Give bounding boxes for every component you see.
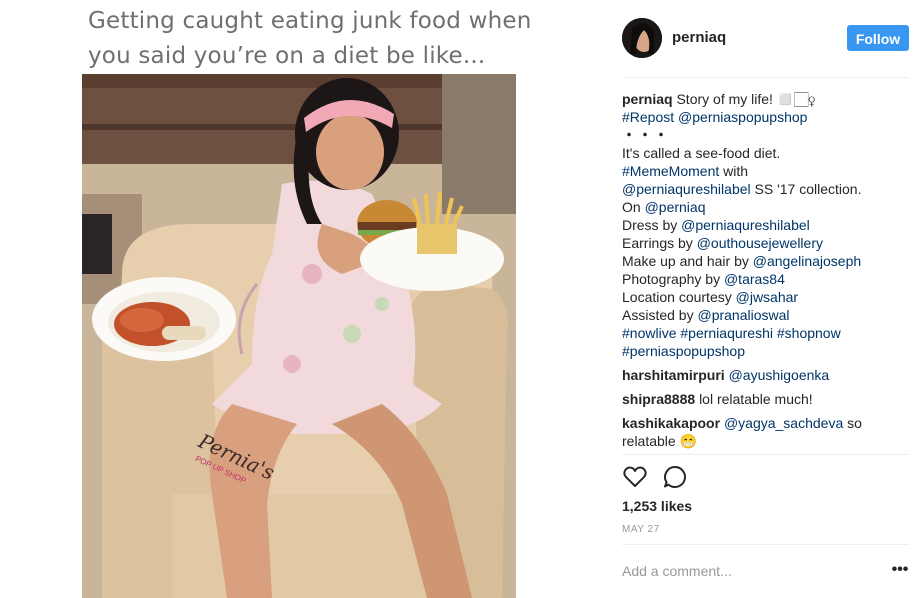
comment-text[interactable]: @ayushigoenka	[729, 367, 830, 383]
caption-username[interactable]: perniaq	[622, 91, 673, 107]
caption-text-segment: It's called a see-food diet.	[622, 145, 781, 161]
comment-text[interactable]: @yagya_sachdeva	[724, 415, 843, 431]
actions-divider	[622, 454, 909, 455]
caption-line: Photography by @taras84	[622, 270, 909, 288]
action-bar	[622, 464, 909, 490]
follow-button[interactable]: Follow	[847, 25, 909, 51]
comment-text-rest: so	[843, 415, 862, 431]
comment-text: lol relatable much!	[699, 391, 813, 407]
caption-text: Story of my life! ◻️🏻‍♀	[676, 91, 816, 107]
caption-link[interactable]: @pranalioswal	[697, 307, 789, 323]
caption-link[interactable]: #perniaspopupshop	[622, 343, 745, 359]
comment-item: shipra8888 lol relatable much!	[622, 390, 909, 408]
caption-line: Earrings by @outhousejewellery	[622, 234, 909, 252]
caption-link[interactable]: #nowlive #perniaqureshi #shopnow	[622, 325, 841, 341]
caption-link[interactable]: @outhousejewellery	[697, 235, 823, 251]
post-header: perniaq Follow	[622, 18, 910, 58]
more-options-icon[interactable]: •••	[890, 560, 910, 580]
caption-link[interactable]: @jwsahar	[736, 289, 798, 305]
post-media[interactable]: Getting caught eating junk food when you…	[0, 0, 600, 598]
caption-text-segment: Dress by	[622, 217, 682, 233]
caption-text-segment: Make up and hair by	[622, 253, 753, 269]
caption-link[interactable]: @perniaq	[645, 199, 706, 215]
caption-line: On @perniaq	[622, 198, 909, 216]
caption-dots: ・・・	[622, 127, 670, 143]
caption-first-line: perniaq Story of my life! ◻️🏻‍♀	[622, 90, 909, 108]
caption-link[interactable]: @perniaqureshilabel	[622, 181, 751, 197]
comment-username[interactable]: shipra8888	[622, 391, 695, 407]
header-divider	[622, 77, 909, 78]
comment-username[interactable]: harshitamirpuri	[622, 367, 725, 383]
comment-bubble-icon[interactable]	[662, 464, 688, 490]
caption-link[interactable]: #MemeMoment	[622, 163, 719, 179]
caption-text-segment: Photography by	[622, 271, 724, 287]
post-photo[interactable]: Pernia's POP UP SHOP	[82, 74, 516, 598]
caption-text-segment: Earrings by	[622, 235, 697, 251]
caption-body: #Repost @perniaspopupshop ・・・ It's called …	[622, 108, 909, 360]
caption-link[interactable]: #Repost @perniaspopupshop	[622, 109, 807, 125]
caption-text-segment: On	[622, 199, 645, 215]
caption-text-segment: SS '17 collection.	[750, 181, 862, 197]
caption-line: #nowlive #perniaqureshi #shopnow	[622, 324, 909, 342]
caption-line: Location courtesy @jwsahar	[622, 288, 909, 306]
caption-line: ・・・	[622, 126, 909, 144]
comments-section: perniaq Story of my life! ◻️🏻‍♀ #Repost …	[622, 90, 909, 450]
caption-line: #Repost @perniaspopupshop	[622, 108, 909, 126]
avatar[interactable]	[622, 18, 662, 58]
caption-link[interactable]: @perniaqureshilabel	[681, 217, 810, 233]
likes-count[interactable]: 1,253 likes	[622, 498, 692, 514]
comment-text-continued: relatable 😁	[622, 433, 698, 449]
post-sidebar: perniaq Follow perniaq Story of my life!…	[600, 0, 920, 598]
comment-item: kashikakapoor @yagya_sachdeva so relatabl…	[622, 414, 909, 450]
caption-line: @perniaqureshilabel SS '17 collection.	[622, 180, 909, 198]
caption-line: Assisted by @pranalioswal	[622, 306, 909, 324]
caption-line: #perniaspopupshop	[622, 342, 909, 360]
caption-line: Dress by @perniaqureshilabel	[622, 216, 909, 234]
caption-line: Make up and hair by @angelinajoseph	[622, 252, 909, 270]
caption-link[interactable]: @taras84	[724, 271, 785, 287]
caption-text-segment: Assisted by	[622, 307, 698, 323]
caption-link[interactable]: @angelinajoseph	[753, 253, 861, 269]
photo-illustration: Pernia's POP UP SHOP	[82, 74, 516, 598]
comment-item: harshitamirpuri @ayushigoenka	[622, 366, 909, 384]
comment-username[interactable]: kashikakapoor	[622, 415, 720, 431]
avatar-image	[622, 18, 662, 58]
meme-caption: Getting caught eating junk food when you…	[88, 8, 532, 69]
caption-text-segment: Location courtesy	[622, 289, 736, 305]
caption-line: It's called a see-food diet.	[622, 144, 909, 162]
caption-line: #MemeMoment with	[622, 162, 909, 180]
comment-divider	[622, 544, 909, 545]
caption-text-segment: with	[719, 163, 749, 179]
comment-list: harshitamirpuri @ayushigoenka shipra8888 …	[622, 366, 909, 450]
add-comment-input[interactable]	[622, 562, 882, 580]
heart-icon[interactable]	[622, 464, 648, 490]
post-date: MAY 27	[622, 524, 660, 535]
header-username[interactable]: perniaq	[672, 29, 726, 46]
